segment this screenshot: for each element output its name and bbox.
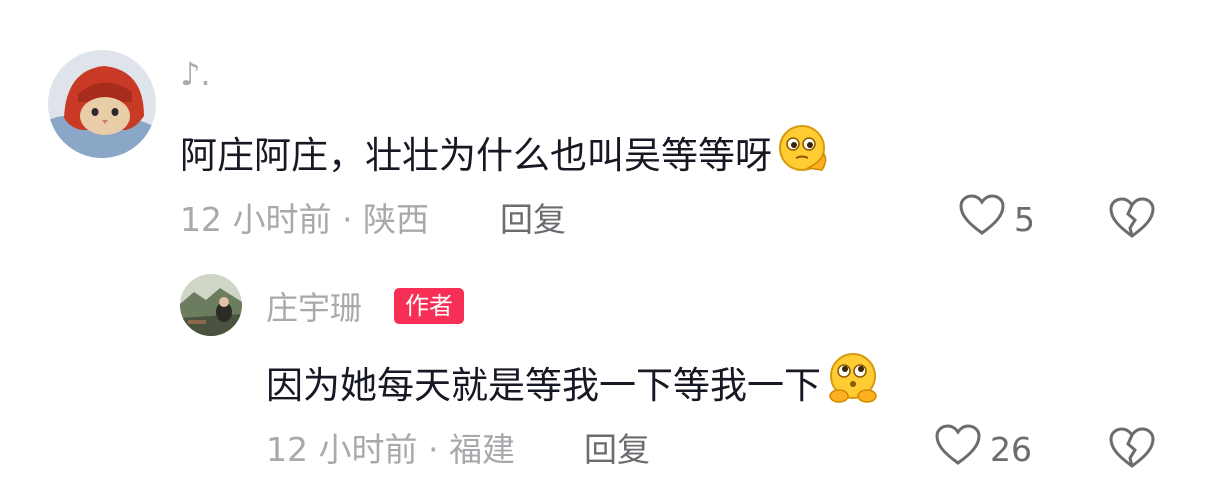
comment-location: 陕西: [362, 200, 429, 239]
reply-time: 12 小时前: [266, 430, 418, 469]
reply-reply-button[interactable]: 回复: [584, 430, 650, 470]
reply-text: 因为她每天就是等我一下等我一下: [266, 352, 883, 420]
reply-dislike-button[interactable]: [1108, 426, 1156, 474]
heart-outline-icon: [958, 193, 1006, 245]
comment-time: 12 小时前: [180, 200, 332, 239]
reply-text-body: 因为她每天就是等我一下等我一下: [266, 364, 821, 407]
comment-text-body: 阿庄阿庄，壮壮为什么也叫吴等等呀: [180, 134, 772, 177]
reply-like-button[interactable]: 26: [934, 423, 1032, 475]
reply-meta: 12 小时前 · 福建: [266, 430, 515, 470]
commenter-avatar[interactable]: [48, 50, 156, 158]
commenter-name-text: ♪.: [180, 55, 211, 93]
cat-avatar-image: [48, 50, 156, 158]
heart-outline-icon: [934, 423, 982, 475]
thinking-face-emoji-icon: [774, 124, 832, 188]
meta-separator: ·: [427, 430, 449, 469]
reply-like-count: 26: [990, 429, 1032, 469]
comment-like-button[interactable]: 5: [958, 193, 1035, 245]
broken-heart-icon: [1108, 427, 1156, 474]
comment-item: ♪. 阿庄阿庄，壮壮为什么也叫吴等等呀 12 小时前 · 陕西 回复 5: [0, 0, 1206, 260]
commenter-username[interactable]: ♪.: [180, 54, 211, 94]
comment-reply-button[interactable]: 回复: [500, 200, 566, 240]
author-badge: 作者: [394, 288, 464, 324]
comment-like-count: 5: [1014, 199, 1035, 239]
reply-item: 庄宇珊 作者 因为她每天就是等我一下等我一下 12 小时前 · 福建 回复 26: [0, 260, 1206, 502]
shushing-face-emoji-icon: [823, 352, 883, 420]
comment-meta: 12 小时前 · 陕西: [180, 200, 429, 240]
landscape-avatar-image: [180, 274, 242, 336]
broken-heart-icon: [1108, 197, 1156, 244]
author-username[interactable]: 庄宇珊: [266, 288, 362, 328]
author-avatar[interactable]: [180, 274, 242, 336]
meta-separator: ·: [341, 200, 363, 239]
reply-location: 福建: [448, 430, 515, 469]
comment-text: 阿庄阿庄，壮壮为什么也叫吴等等呀: [180, 124, 832, 188]
comment-dislike-button[interactable]: [1108, 196, 1156, 244]
